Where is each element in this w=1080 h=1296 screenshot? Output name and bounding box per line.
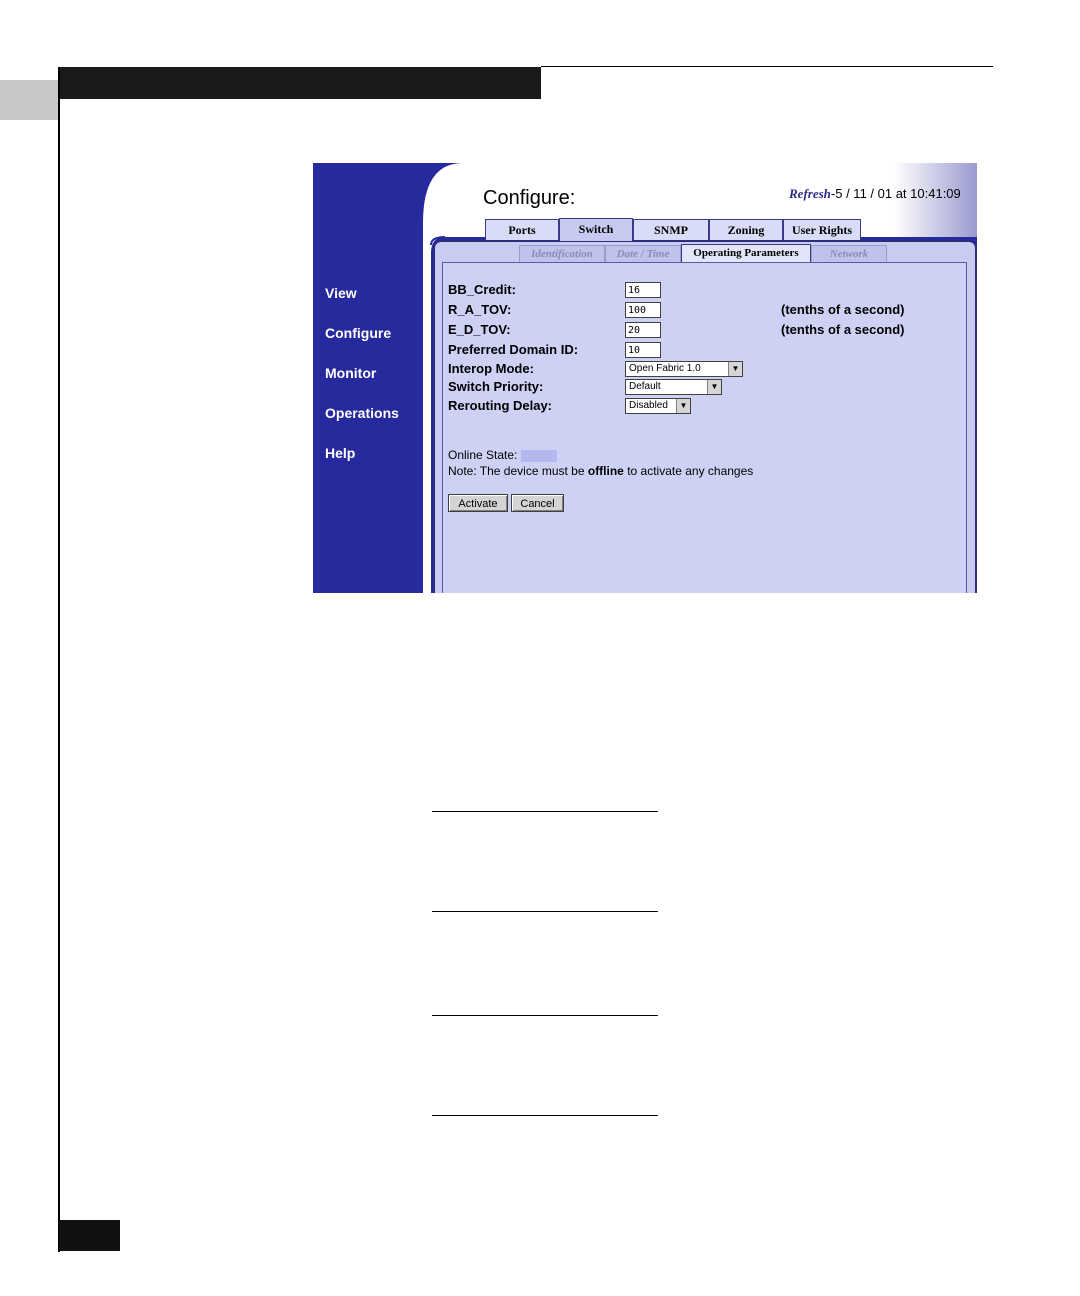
- nav-configure[interactable]: Configure: [325, 325, 391, 341]
- e-d-tov-field[interactable]: 20: [625, 322, 661, 338]
- chevron-down-icon[interactable]: ▼: [676, 399, 690, 413]
- divider-line: [432, 911, 658, 912]
- switch-priority-label: Switch Priority:: [448, 379, 544, 394]
- tab-zoning[interactable]: Zoning: [709, 219, 783, 240]
- online-state-label: Online State:: [448, 448, 518, 462]
- activate-button[interactable]: Activate: [448, 494, 508, 512]
- subtab-date-time[interactable]: Date / Time: [605, 245, 681, 262]
- rerouting-delay-value: Disabled: [629, 400, 668, 411]
- online-state: Online State:: [448, 448, 558, 462]
- online-state-value: [521, 449, 558, 462]
- note-suffix: to activate any changes: [623, 464, 754, 478]
- bb-credit-label: BB_Credit:: [448, 282, 516, 297]
- tab-user-rights[interactable]: User Rights: [783, 219, 861, 240]
- subtab-identification[interactable]: Identification: [519, 245, 605, 262]
- chevron-down-icon[interactable]: ▼: [728, 362, 742, 376]
- e-d-tov-unit: (tenths of a second): [781, 322, 905, 337]
- interop-mode-value: Open Fabric 1.0: [629, 363, 701, 374]
- page-title: Configure:: [483, 187, 576, 209]
- divider-line: [432, 1015, 658, 1016]
- refresh-link[interactable]: Refresh: [789, 186, 831, 201]
- tab-switch[interactable]: Switch: [559, 218, 633, 241]
- switch-priority-select[interactable]: Default ▼: [625, 379, 722, 395]
- domain-id-label: Preferred Domain ID:: [448, 342, 579, 357]
- r-a-tov-unit: (tenths of a second): [781, 302, 905, 317]
- divider-line: [432, 811, 658, 812]
- refresh-area: Refresh-5 / 11 / 01 at 10:41:09: [789, 186, 961, 202]
- interop-mode-label: Interop Mode:: [448, 361, 534, 376]
- nav-monitor[interactable]: Monitor: [325, 365, 376, 381]
- domain-id-field[interactable]: 10: [625, 342, 661, 358]
- refresh-timestamp: 5 / 11 / 01 at 10:41:09: [835, 186, 961, 201]
- subtab-network[interactable]: Network: [811, 245, 887, 262]
- bb-credit-field[interactable]: 16: [625, 282, 661, 298]
- cancel-button[interactable]: Cancel: [511, 494, 564, 512]
- divider-line: [432, 1115, 658, 1116]
- r-a-tov-field[interactable]: 100: [625, 302, 661, 318]
- rerouting-delay-label: Rerouting Delay:: [448, 398, 553, 413]
- nav-help[interactable]: Help: [325, 445, 355, 461]
- nav-operations[interactable]: Operations: [325, 405, 399, 421]
- r-a-tov-label: R_A_TOV:: [448, 302, 512, 317]
- rerouting-delay-select[interactable]: Disabled ▼: [625, 398, 691, 414]
- configure-screenshot: View Configure Monitor Operations Help C…: [313, 163, 977, 593]
- note-prefix: Note: The device must be: [448, 464, 588, 478]
- subtab-operating-parameters[interactable]: Operating Parameters: [681, 244, 811, 263]
- chevron-down-icon[interactable]: ▼: [707, 380, 721, 394]
- note-bold: offline: [587, 464, 624, 478]
- page-footer-block: [59, 1220, 120, 1251]
- e-d-tov-label: E_D_TOV:: [448, 322, 511, 337]
- header-rule: [541, 66, 993, 67]
- nav-view[interactable]: View: [325, 285, 357, 301]
- page-margin-tab: [0, 80, 59, 120]
- tab-snmp[interactable]: SNMP: [633, 219, 709, 240]
- switch-priority-value: Default: [629, 381, 661, 392]
- page-header-bar: [59, 67, 541, 99]
- tab-ports[interactable]: Ports: [485, 219, 559, 240]
- left-margin-rule: [58, 67, 60, 1252]
- subtab-strip: Identification Date / Time Operating Par…: [519, 244, 887, 263]
- offline-note: Note: The device must be offline to acti…: [448, 464, 753, 478]
- interop-mode-select[interactable]: Open Fabric 1.0 ▼: [625, 361, 743, 377]
